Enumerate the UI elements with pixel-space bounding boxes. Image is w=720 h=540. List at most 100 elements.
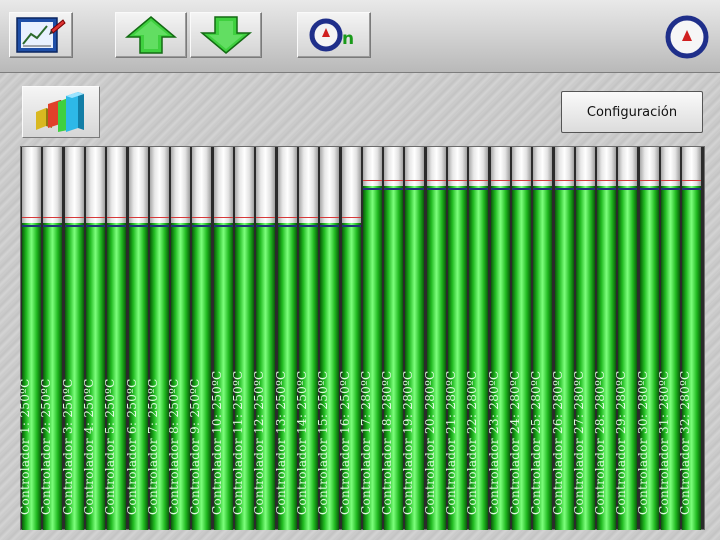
bar-limit-line (448, 180, 467, 181)
bar-limit-line (469, 180, 488, 181)
bar-limit-line (86, 217, 105, 218)
controller-bar[interactable]: Controlador 25: 280ºC (529, 147, 552, 530)
bar-setpoint-line (405, 188, 424, 190)
status-gauge[interactable] (664, 14, 710, 60)
bar-limit-line (618, 180, 637, 181)
bar-setpoint-line (235, 225, 254, 227)
controller-bar[interactable]: Controlador 19: 280ºC (401, 147, 424, 530)
controller-bar[interactable]: Controlador 32: 280ºC (678, 147, 701, 530)
bar-empty-portion (43, 147, 62, 223)
bar-setpoint-line (22, 225, 41, 227)
bar-label: Controlador 14: 250ºC (294, 370, 309, 515)
bar-label: Controlador 24: 280ºC (507, 370, 522, 515)
bar-label: Controlador 32: 280ºC (677, 370, 692, 515)
bar-limit-line (661, 180, 680, 181)
bar-limit-line (427, 180, 446, 181)
bar-empty-portion (256, 147, 275, 223)
bar-limit-line (405, 180, 424, 181)
bar-limit-line (299, 217, 318, 218)
bar-setpoint-line (363, 188, 382, 190)
bar-setpoint-line (299, 225, 318, 227)
arrow-up-button[interactable] (115, 12, 187, 58)
bar-limit-line (363, 180, 382, 181)
controller-bar[interactable]: Controlador 5: 250ºC (103, 147, 126, 530)
bar-limit-line (640, 180, 659, 181)
bar-empty-portion (129, 147, 148, 223)
bar-limit-line (192, 217, 211, 218)
arrow-down-button[interactable] (190, 12, 262, 58)
bar-setpoint-line (384, 188, 403, 190)
controller-bar[interactable]: Controlador 29: 280ºC (614, 147, 637, 530)
bar-empty-portion (320, 147, 339, 223)
power-on-label: n (342, 29, 354, 49)
bar-label: Controlador 15: 250ºC (315, 370, 330, 515)
bar-label: Controlador 6: 250ºC (124, 378, 139, 515)
bar-setpoint-line (491, 188, 510, 190)
bar-setpoint-line (682, 188, 701, 190)
bar-label: Controlador 13: 250ºC (273, 370, 288, 515)
bar-setpoint-line (65, 225, 84, 227)
bar-limit-line (320, 217, 339, 218)
bar-limit-line (107, 217, 126, 218)
bar-limit-line (597, 180, 616, 181)
bar-setpoint-line (576, 188, 595, 190)
bar-empty-portion (278, 147, 297, 223)
bar-label: Controlador 8: 250ºC (166, 378, 181, 515)
controller-bar[interactable]: Controlador 2: 250ºC (39, 147, 62, 530)
bar-limit-line (384, 180, 403, 181)
bar-setpoint-line (192, 225, 211, 227)
controller-bar[interactable]: Controlador 15: 250ºC (316, 147, 339, 530)
chart-edit-button[interactable] (9, 12, 73, 58)
bar-label: Controlador 22: 280ºC (464, 370, 479, 515)
bar-setpoint-line (469, 188, 488, 190)
bar-setpoint-line (320, 225, 339, 227)
bar-label: Controlador 20: 280ºC (422, 370, 437, 515)
bar-empty-portion (342, 147, 361, 223)
gauge-icon (665, 15, 709, 59)
arrow-up-icon (124, 16, 178, 54)
bar-label: Controlador 27: 280ºC (571, 370, 586, 515)
bar-limit-line (278, 217, 297, 218)
bar-label: Controlador 21: 280ºC (443, 370, 458, 515)
bar-graph-button[interactable] (22, 86, 100, 138)
bar-label: Controlador 25: 280ºC (528, 370, 543, 515)
controller-bar[interactable]: Controlador 9: 250ºC (188, 147, 211, 530)
controller-bar[interactable]: Controlador 12: 250ºC (252, 147, 275, 530)
bar-label: Controlador 28: 280ºC (592, 370, 607, 515)
bar-label: Controlador 26: 280ºC (550, 370, 565, 515)
bar-label: Controlador 16: 250ºC (337, 370, 352, 515)
bar-setpoint-line (342, 225, 361, 227)
bar-empty-portion (86, 147, 105, 223)
bar-limit-line (129, 217, 148, 218)
bar-label: Controlador 2: 250ºC (38, 378, 53, 515)
bar-empty-portion (150, 147, 169, 223)
bar-setpoint-line (427, 188, 446, 190)
bar-label: Controlador 7: 250ºC (145, 378, 160, 515)
bar-limit-line (171, 217, 190, 218)
bar-setpoint-line (256, 225, 275, 227)
bar-empty-portion (299, 147, 318, 223)
bar-setpoint-line (86, 225, 105, 227)
bar-empty-portion (214, 147, 233, 223)
bar-limit-line (22, 217, 41, 218)
bar-setpoint-line (150, 225, 169, 227)
bar-label: Controlador 1: 250ºC (17, 378, 32, 515)
configuration-button[interactable]: Configuración (561, 91, 703, 133)
bar-empty-portion (171, 147, 190, 223)
bar-label: Controlador 23: 280ºC (486, 370, 501, 515)
bar-limit-line (491, 180, 510, 181)
bar-setpoint-line (107, 225, 126, 227)
bar-setpoint-line (661, 188, 680, 190)
bar-label: Controlador 11: 250ºC (230, 370, 245, 515)
power-on-button[interactable]: n (297, 12, 371, 58)
controller-bar[interactable]: Controlador 22: 280ºC (465, 147, 488, 530)
bar-setpoint-line (640, 188, 659, 190)
bar-empty-portion (192, 147, 211, 223)
bar-label: Controlador 5: 250ºC (102, 378, 117, 515)
bar-limit-line (533, 180, 552, 181)
bar-label: Controlador 17: 280ºC (358, 370, 373, 515)
bar-setpoint-line (448, 188, 467, 190)
bar-label: Controlador 19: 280ºC (400, 370, 415, 515)
bar-label: Controlador 3: 250ºC (60, 378, 75, 515)
bar-empty-portion (107, 147, 126, 223)
